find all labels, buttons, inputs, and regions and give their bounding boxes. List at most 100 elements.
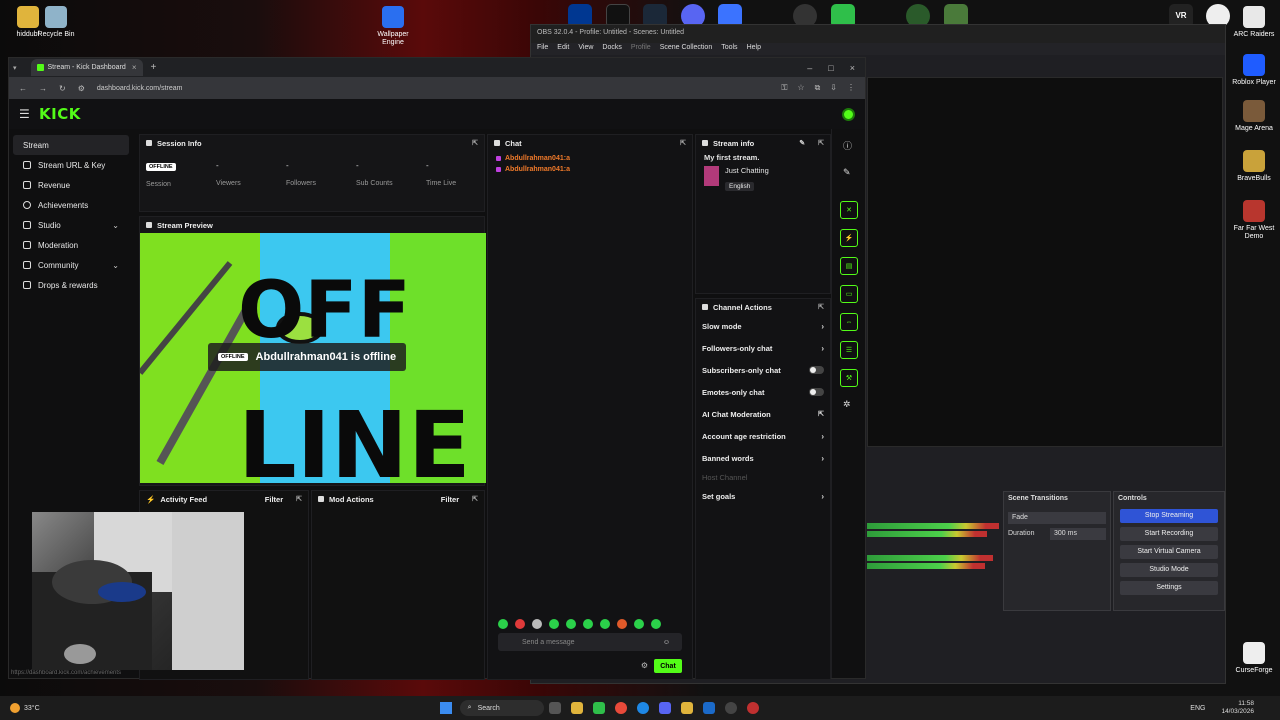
activity-filter-button[interactable]: Filter: [265, 495, 283, 504]
discord-icon[interactable]: [658, 702, 671, 714]
app-icon[interactable]: [592, 702, 605, 714]
emoji-icon[interactable]: ☺: [663, 639, 670, 646]
emote-icon[interactable]: [651, 619, 661, 629]
extensions-icon[interactable]: ⧉: [815, 83, 821, 93]
kick-logo[interactable]: KICK: [39, 105, 81, 123]
wrench-icon[interactable]: ⚒: [840, 369, 858, 387]
edit-icon[interactable]: ✎: [843, 167, 851, 178]
obs-menu-tools[interactable]: Tools: [721, 44, 737, 54]
start-recording-button[interactable]: Start Recording: [1120, 527, 1218, 541]
lang-indicator[interactable]: ENG: [1190, 705, 1205, 712]
menu-dots-icon[interactable]: ⋮: [847, 83, 855, 93]
sidebar-item-studio[interactable]: Studio ⌄: [13, 215, 129, 235]
emote-icon[interactable]: [600, 619, 610, 629]
desktop-icon-roblox[interactable]: Roblox Player: [1228, 54, 1280, 87]
new-tab-icon[interactable]: +: [151, 62, 157, 73]
folder-icon[interactable]: [680, 702, 693, 714]
obs-menu-profile[interactable]: Profile: [631, 44, 651, 54]
obs-menu-view[interactable]: View: [578, 44, 593, 54]
back-icon[interactable]: ←: [19, 84, 27, 93]
start-virtual-camera-button[interactable]: Start Virtual Camera: [1120, 545, 1218, 559]
code-icon[interactable]: ⇔: [840, 313, 858, 331]
site-info-icon[interactable]: ⚙: [78, 84, 85, 93]
clear-chat-icon[interactable]: ▤: [840, 257, 858, 275]
obs-menu-help[interactable]: Help: [747, 44, 761, 54]
action-banned-words[interactable]: Banned words ›: [696, 447, 830, 469]
obs-preview[interactable]: [867, 77, 1223, 447]
download-icon[interactable]: ⇩: [830, 83, 837, 93]
weather-text[interactable]: 33°C: [24, 705, 40, 712]
action-slow-mode[interactable]: Slow mode ›: [696, 315, 830, 337]
chat-send-button[interactable]: Chat: [654, 659, 682, 673]
maximize-icon[interactable]: □: [828, 63, 833, 73]
clock[interactable]: 11:58 14/03/2026: [1221, 700, 1254, 716]
task-view-icon[interactable]: [548, 702, 561, 714]
stop-streaming-button[interactable]: Stop Streaming: [1120, 509, 1218, 523]
settings-button[interactable]: Settings: [1120, 581, 1218, 595]
desktop-icon-wallpaper-engine[interactable]: Wallpaper Engine: [367, 6, 419, 46]
popout-icon[interactable]: ⇱: [818, 139, 824, 147]
emote-icon[interactable]: [634, 619, 644, 629]
emote-icon[interactable]: [549, 619, 559, 629]
sidebar-item-moderation[interactable]: Moderation: [13, 235, 129, 255]
emote-icon[interactable]: [566, 619, 576, 629]
taskbar-search[interactable]: ⌕ Search: [459, 700, 544, 716]
desktop-icon-arc-raiders[interactable]: ARC Raiders: [1228, 6, 1280, 39]
chat-settings-icon[interactable]: ⚙: [641, 661, 648, 670]
obs-menu-edit[interactable]: Edit: [557, 44, 569, 54]
url-field[interactable]: dashboard.kick.com/stream: [97, 85, 769, 92]
popout-icon[interactable]: ⇱: [818, 303, 824, 311]
emote-icon[interactable]: [583, 619, 593, 629]
popout-icon[interactable]: ⇱: [472, 139, 478, 147]
forward-icon[interactable]: →: [39, 84, 47, 93]
studio-mode-button[interactable]: Studio Mode: [1120, 563, 1218, 577]
emote-icon[interactable]: [515, 619, 525, 629]
action-set-goals[interactable]: Set goals ›: [696, 485, 830, 507]
list-icon[interactable]: ☰: [840, 341, 858, 359]
mod-filter-button[interactable]: Filter: [441, 495, 459, 504]
info-icon[interactable]: ⓘ: [843, 139, 852, 152]
desktop-icon-bravebulls[interactable]: BraveBulls: [1228, 150, 1280, 183]
start-icon[interactable]: [439, 702, 452, 714]
sidebar-item-revenue[interactable]: Revenue: [13, 175, 129, 195]
star-icon[interactable]: ☆: [797, 83, 804, 93]
emote-icon[interactable]: [617, 619, 627, 629]
obs-menu-scene-collection[interactable]: Scene Collection: [660, 44, 713, 54]
sidebar-item-community[interactable]: Community ⌄: [13, 255, 129, 275]
file-explorer-icon[interactable]: [570, 702, 583, 714]
browser-tab[interactable]: Stream - Kick Dashboard ×: [30, 59, 143, 76]
emote-icon[interactable]: [498, 619, 508, 629]
sidebar-item-stream[interactable]: Stream: [13, 135, 129, 155]
popout-icon[interactable]: ⇱: [472, 495, 478, 503]
obs-menu-docks[interactable]: Docks: [602, 44, 621, 54]
subscribers-only-toggle[interactable]: [809, 366, 824, 374]
emote-icon[interactable]: [532, 619, 542, 629]
close-icon[interactable]: ×: [850, 63, 855, 73]
desktop-icon-recycle-bin[interactable]: Recycle Bin: [30, 6, 82, 39]
duration-field[interactable]: 300 ms: [1050, 528, 1106, 540]
edit-icon[interactable]: ✎: [799, 139, 805, 147]
sidebar-item-achievements[interactable]: Achievements: [13, 195, 129, 215]
chrome-icon[interactable]: [614, 702, 627, 714]
action-followers-only-chat[interactable]: Followers-only chat ›: [696, 337, 830, 359]
hamburger-menu-icon[interactable]: ☰: [19, 107, 39, 121]
desktop-icon-far-far-west[interactable]: Far Far West Demo: [1228, 200, 1280, 240]
raid-icon[interactable]: ✕: [840, 201, 858, 219]
vscode-icon[interactable]: [702, 702, 715, 714]
recording-icon[interactable]: [746, 702, 759, 714]
obs-icon[interactable]: [724, 702, 737, 714]
avatar[interactable]: [842, 107, 855, 121]
minimize-icon[interactable]: –: [807, 63, 812, 73]
reload-icon[interactable]: ↻: [59, 84, 66, 93]
sidebar-item-stream-url-key[interactable]: Stream URL & Key: [13, 155, 129, 175]
transition-select[interactable]: Fade: [1008, 512, 1106, 524]
lightning-icon[interactable]: ⚡: [840, 229, 858, 247]
obs-menu-file[interactable]: File: [537, 44, 548, 54]
action-ai-chat-moderation[interactable]: AI Chat Moderation ⇱: [696, 403, 830, 425]
desktop-icon-mage-arena[interactable]: Mage Arena: [1228, 100, 1280, 133]
tab-search-icon[interactable]: ▾: [13, 64, 17, 72]
emotes-only-toggle[interactable]: [809, 388, 824, 396]
popout-icon[interactable]: ⇱: [296, 495, 302, 503]
chat-bubble-icon[interactable]: ▭: [840, 285, 858, 303]
desktop-icon-curseforge[interactable]: CurseForge: [1228, 642, 1280, 675]
